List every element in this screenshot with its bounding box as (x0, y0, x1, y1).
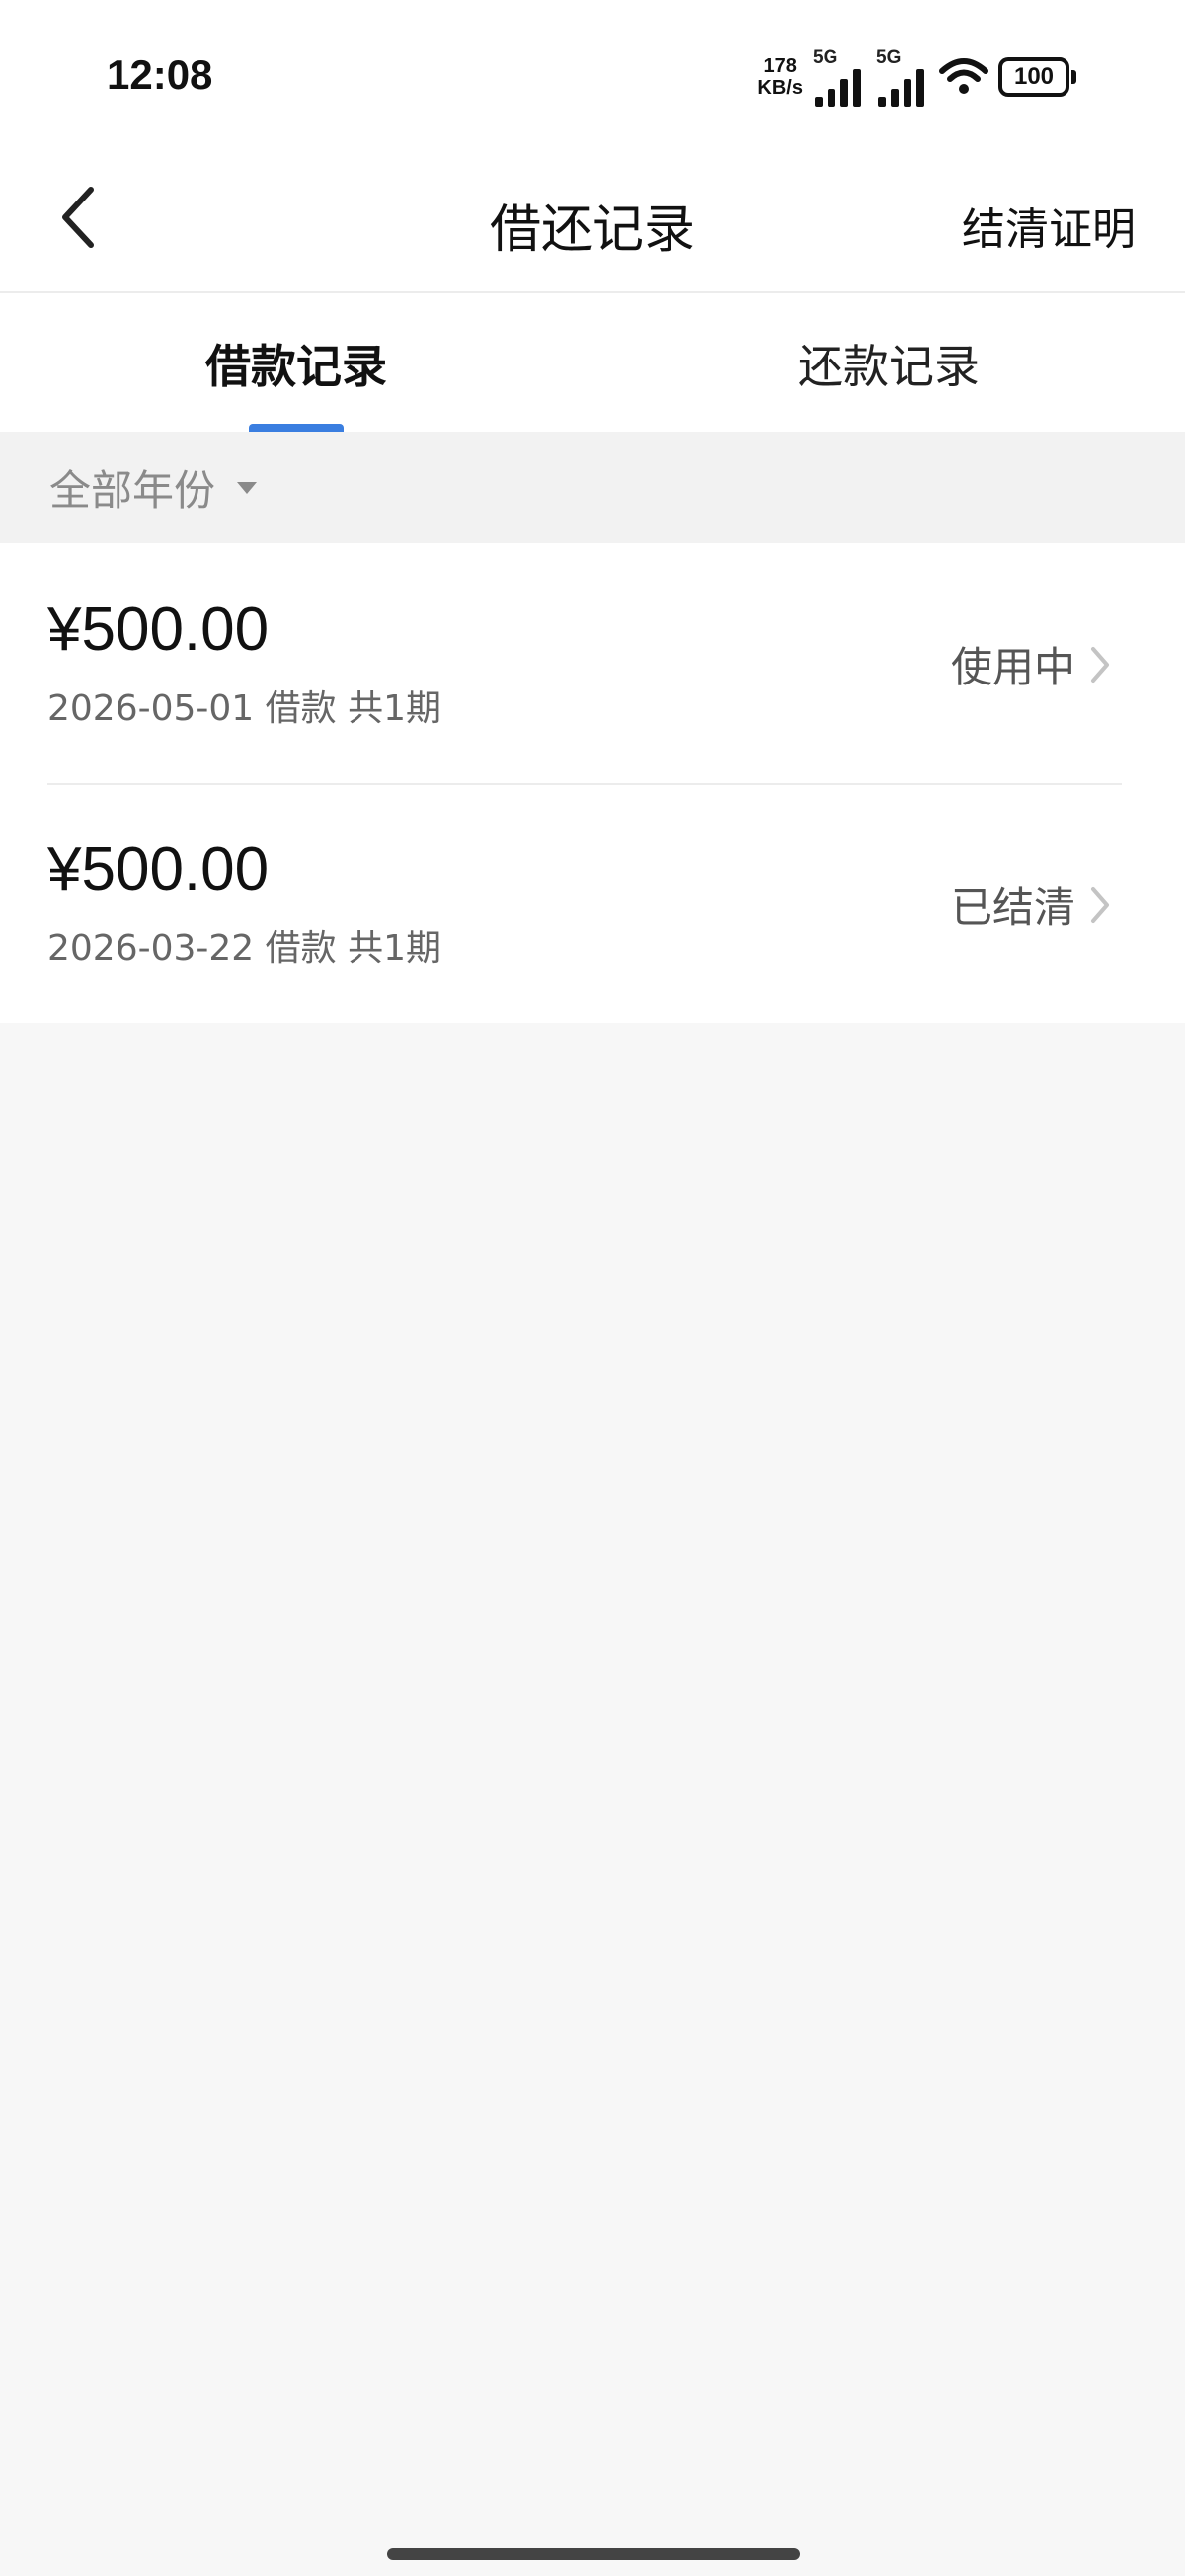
loan-meta: 2026-05-01 借款 共1期 (47, 688, 442, 729)
year-filter-dropdown[interactable]: 全部年份 (49, 457, 259, 518)
chevron-right-icon (1091, 646, 1109, 683)
loan-meta: 2026-03-22 借款 共1期 (47, 928, 442, 969)
loan-status: 使用中 (951, 634, 1111, 694)
chevron-right-icon (1091, 886, 1109, 923)
tab-label: 还款记录 (798, 340, 980, 393)
loan-amount: ¥500.00 (47, 596, 270, 664)
tab-bar: 借款记录 还款记录 (0, 293, 1185, 432)
tab-loan-records[interactable]: 借款记录 (0, 293, 592, 432)
loan-status-label: 使用中 (950, 643, 1075, 691)
loan-list: ¥500.00 2026-05-01 借款 共1期 使用中 ¥500.00 20… (0, 543, 1185, 1023)
wifi-icon (939, 58, 988, 94)
nav-header: 借还记录 结清证明 (0, 148, 1185, 293)
caret-down-icon (237, 481, 258, 494)
battery-icon: 100 (998, 57, 1076, 97)
loan-amount: ¥500.00 (47, 836, 270, 904)
filter-bar: 全部年份 (0, 432, 1185, 543)
network-speed: 178 KB/s (757, 55, 803, 99)
sim2-signal-icon: 5G (876, 47, 929, 107)
sim2-network-type: 5G (876, 47, 902, 68)
sim1-network-type: 5G (813, 47, 838, 68)
sim1-signal-icon: 5G (813, 47, 866, 107)
battery-level: 100 (998, 57, 1069, 97)
settlement-certificate-button[interactable]: 结清证明 (962, 194, 1136, 257)
home-indicator[interactable] (387, 2548, 800, 2560)
screen: 12:08 178 KB/s 5G 5G 100 借还记录 结清证明 借款记录 … (0, 0, 1185, 2576)
list-item[interactable]: ¥500.00 2026-05-01 借款 共1期 使用中 (0, 543, 1185, 783)
year-filter-label: 全部年份 (49, 466, 216, 515)
status-time: 12:08 (107, 51, 213, 98)
tab-repayment-records[interactable]: 还款记录 (592, 293, 1185, 432)
loan-status-label: 已结清 (950, 883, 1075, 931)
tab-label: 借款记录 (205, 340, 387, 393)
active-tab-indicator (249, 424, 344, 432)
network-speed-unit: KB/s (757, 77, 803, 99)
status-icons: 178 KB/s 5G 5G 100 (757, 47, 1076, 107)
list-item[interactable]: ¥500.00 2026-03-22 借款 共1期 已结清 (0, 783, 1185, 1023)
loan-status: 已结清 (951, 874, 1111, 934)
status-bar: 12:08 178 KB/s 5G 5G 100 (0, 0, 1185, 148)
network-speed-value: 178 (763, 55, 797, 77)
